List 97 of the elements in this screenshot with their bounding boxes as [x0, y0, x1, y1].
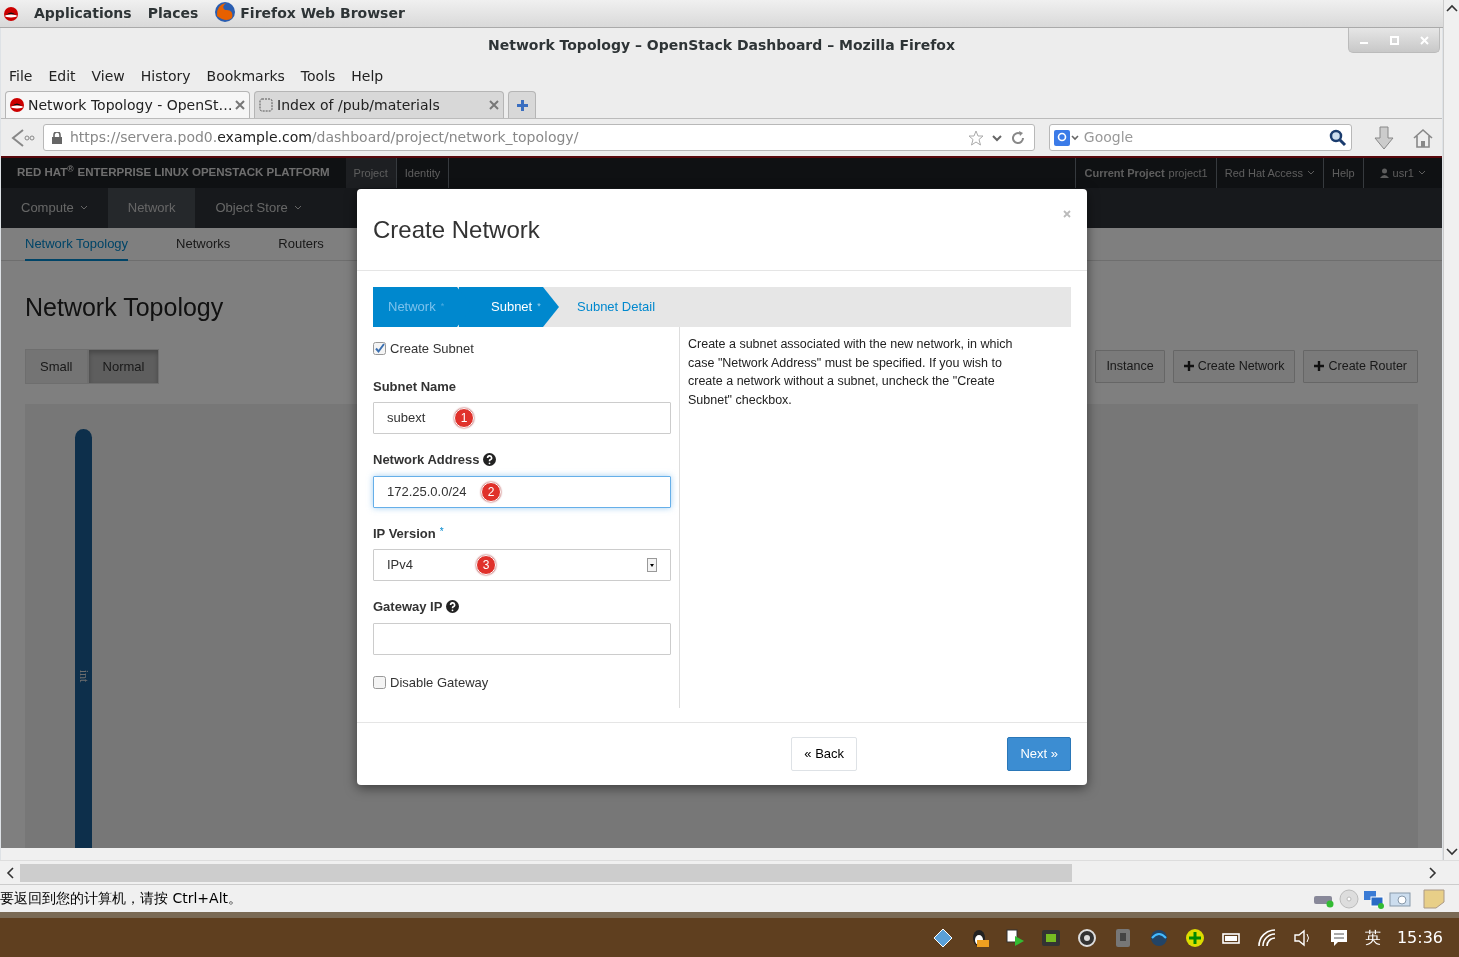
plus-circle-icon[interactable]	[1184, 927, 1205, 948]
message-icon[interactable]	[1328, 927, 1349, 948]
wifi-icon[interactable]	[1256, 927, 1277, 948]
menu-item[interactable]: Tools	[300, 65, 336, 87]
field-label: Subnet Name	[373, 377, 457, 396]
annotation-marker: 1	[454, 408, 474, 428]
field-label: Gateway IP	[373, 598, 443, 616]
home-icon[interactable]	[1412, 127, 1434, 148]
modal-title: Create Network	[373, 214, 540, 245]
menu-item[interactable]: Edit	[48, 65, 76, 87]
current-project-label: Current Project	[1084, 165, 1165, 181]
subnav-tab[interactable]: Routers	[278, 228, 324, 261]
tab-label: Network Topology - OpenSt…	[28, 95, 231, 115]
subnav-tab[interactable]: Networks	[176, 228, 231, 261]
globe-icon[interactable]	[1148, 927, 1169, 948]
tab-label: Index of /pub/materials	[277, 95, 441, 115]
checked-box-icon	[373, 342, 386, 356]
camera-icon[interactable]	[1389, 890, 1411, 907]
scrollbar-thumb[interactable]	[20, 863, 1072, 882]
star-icon[interactable]	[967, 129, 984, 146]
swirl-icon[interactable]	[1076, 927, 1097, 948]
plus-icon	[1183, 361, 1194, 372]
fox-globe-icon	[214, 0, 237, 23]
nav-tab[interactable]: Network	[107, 188, 196, 228]
dashboard-switch-tab[interactable]: Project	[345, 158, 397, 188]
action-button[interactable]: Instance	[1095, 349, 1165, 383]
chevron-down-icon	[1418, 170, 1426, 176]
next-button[interactable]: Next »	[1007, 737, 1071, 771]
scroll-up-icon[interactable]	[1445, 4, 1458, 12]
browser-tab[interactable]: Network Topology - OpenSt…	[5, 91, 250, 118]
network-label: int	[75, 668, 92, 685]
help-icon[interactable]	[483, 453, 497, 467]
input-method-indicator[interactable]: 英	[1364, 925, 1381, 950]
maximize-icon	[1389, 35, 1399, 45]
monitors-icon[interactable]	[1363, 888, 1385, 909]
reload-icon[interactable]	[1009, 129, 1026, 146]
annotation-marker: 3	[476, 555, 496, 575]
back-arrow-icon[interactable]	[9, 126, 35, 149]
current-project-name[interactable]: project1	[1168, 164, 1208, 182]
dropdown-caret-icon[interactable]	[991, 133, 1002, 142]
hat-logo-icon	[10, 98, 24, 112]
lock-icon	[52, 131, 62, 144]
diamond-icon[interactable]	[932, 927, 953, 948]
chip-icon[interactable]	[1040, 927, 1061, 948]
input-field[interactable]: 172.25.0.0/24 2	[373, 475, 671, 508]
menu-item[interactable]: Bookmarks	[206, 65, 285, 87]
browser-tab[interactable]: Index of /pub/materials	[254, 91, 504, 118]
input-field[interactable]: subext 1	[373, 402, 671, 434]
checkbox[interactable]: Disable Gateway	[373, 672, 671, 692]
window-title: Network Topology – OpenStack Dashboard – Mozilla Firefox	[488, 35, 955, 55]
nav-tab[interactable]: Compute	[1, 188, 108, 228]
top-menu[interactable]: Applications	[34, 3, 132, 24]
menu-item[interactable]: File	[9, 65, 33, 87]
app-menu[interactable]: Firefox Web Browser	[240, 3, 405, 24]
plus-icon	[1314, 361, 1325, 372]
menu-item[interactable]: View	[91, 65, 125, 87]
field-label: Network Address	[373, 451, 480, 469]
download-arrow-icon[interactable]	[1374, 125, 1394, 150]
back-button[interactable]: « Back	[791, 737, 858, 771]
chevron-down-icon	[293, 205, 302, 211]
menu-item[interactable]: History	[140, 65, 191, 87]
checkbox-icon	[373, 675, 386, 689]
plus-icon	[515, 98, 529, 112]
chevron-down-icon	[1306, 170, 1315, 176]
action-button[interactable]: Create Network	[1172, 349, 1296, 383]
action-button[interactable]: Create Router	[1303, 349, 1418, 383]
field-label: IP Version	[373, 524, 436, 543]
search-icon[interactable]	[1329, 128, 1347, 147]
clock[interactable]: 15:36	[1396, 925, 1443, 950]
blank-page-icon	[259, 98, 273, 112]
search-field[interactable]: Google	[1048, 124, 1352, 151]
select-field[interactable]: IPv4 3	[373, 549, 671, 581]
scroll-down-icon[interactable]	[1445, 848, 1458, 856]
nav-tab[interactable]: Object Store	[195, 188, 322, 228]
subnav-tab[interactable]: Network Topology	[25, 228, 129, 261]
page-title: Network Topology	[25, 292, 224, 323]
windows-play-icon[interactable]	[1004, 927, 1025, 948]
menu-item[interactable]: Help	[351, 65, 384, 87]
help-icon[interactable]	[446, 600, 460, 614]
help-text: Create a subnet associated with the new network, in which case "Network Address" must be specified. If you wish to create a network without a subnet, uncheck the "Create Subnet" checkbox.	[688, 336, 1014, 409]
person-icon	[1379, 168, 1389, 178]
status-message: 要返回到您的计算机，请按 Ctrl+Alt。	[0, 889, 244, 908]
brand-name: RED HAT$^{®}$ ENTERPRISE LINUX OPENSTACK PLATFORM	[16, 162, 331, 181]
top-menu[interactable]: Places	[147, 3, 199, 24]
required-mark: *	[439, 524, 444, 539]
chevron-down-icon	[79, 205, 88, 211]
search-engine-icon[interactable]	[1053, 129, 1080, 146]
size-toggle-button[interactable]: Small	[25, 348, 88, 384]
hat-logo-icon	[4, 6, 18, 21]
checkbox[interactable]: Create Subnet	[373, 339, 671, 359]
close-icon[interactable]	[489, 100, 499, 110]
close-icon	[1419, 35, 1429, 45]
annotation-marker: 2	[481, 481, 501, 502]
input-field[interactable]	[373, 622, 671, 655]
close-icon[interactable]	[235, 100, 245, 110]
new-tab-button[interactable]	[508, 91, 536, 118]
size-toggle-button[interactable]: Normal	[87, 348, 160, 384]
